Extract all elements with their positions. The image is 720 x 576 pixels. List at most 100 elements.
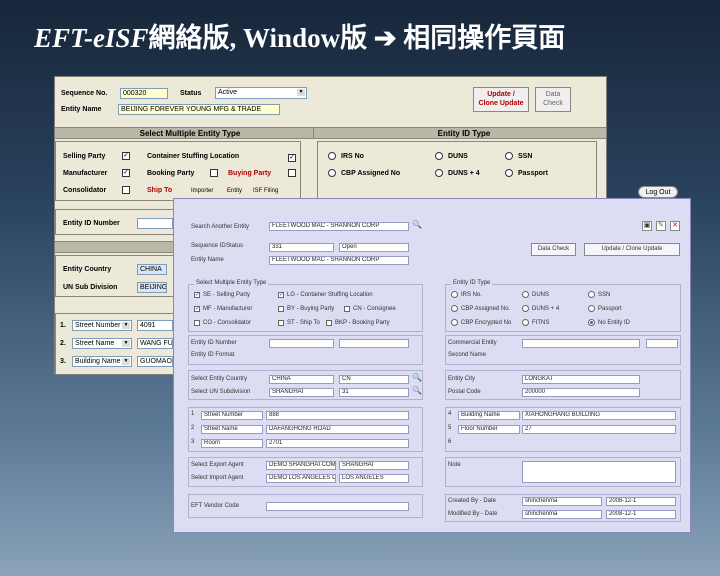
addr-row5-type[interactable]: Floor Number xyxy=(458,425,520,434)
addr-row2-value[interactable]: DAFANGHONG ROAD xyxy=(266,425,409,434)
un-code-input[interactable]: 31 xyxy=(339,388,409,397)
bkp-checkbox[interactable] xyxy=(326,320,332,326)
addr-row5-value[interactable]: 27 xyxy=(522,425,676,434)
search-icon[interactable]: 🔍 xyxy=(412,220,422,230)
addr-row3-value[interactable]: 2701 xyxy=(266,439,409,448)
status-value: Active xyxy=(218,89,238,96)
commercial-entity-input2[interactable] xyxy=(646,339,678,348)
addr-row3-type[interactable]: Room xyxy=(201,439,263,448)
postal-code-input[interactable]: 200000 xyxy=(522,388,640,397)
cbp-encrypted-radio[interactable] xyxy=(451,319,458,326)
entity-name-field[interactable]: BEIJING FOREVER YOUNG MFG & TRADE xyxy=(118,104,280,115)
entity-id-number-input[interactable] xyxy=(269,339,334,348)
update-btn-line1: Update / xyxy=(487,91,515,98)
addr-row1-type[interactable]: Street Number xyxy=(201,411,263,420)
addr-row3-value[interactable]: GUOMAO xyxy=(137,356,173,367)
booking-party-label: Booking Party xyxy=(147,170,195,177)
booking-party-checkbox[interactable] xyxy=(210,169,218,177)
irs-radio[interactable] xyxy=(328,152,336,160)
note-label: Note xyxy=(448,462,461,468)
new-icon[interactable]: ✎ xyxy=(656,221,666,231)
export-agent-input[interactable]: DEMO SHANGHAI COMPANY xyxy=(266,461,336,470)
passport-radio[interactable] xyxy=(588,305,595,312)
container-stuffing-checkbox[interactable]: ✓ xyxy=(288,154,296,162)
passport-radio[interactable] xyxy=(505,169,513,177)
addr-row4-type[interactable]: Building Name xyxy=(458,411,520,420)
duns-radio[interactable] xyxy=(435,152,443,160)
un-input[interactable]: SHANGHAI xyxy=(269,388,334,397)
un-sub-field[interactable]: BEIJING xyxy=(137,282,167,293)
no-entity-label: No Entity ID xyxy=(598,320,631,326)
co-checkbox[interactable] xyxy=(194,320,200,326)
no-entity-radio[interactable] xyxy=(588,319,595,326)
ssn-radio[interactable] xyxy=(588,291,595,298)
addr-row5-num: 5 xyxy=(448,425,452,431)
status-select[interactable]: Active ▼ xyxy=(215,87,307,99)
fitns-radio[interactable] xyxy=(522,319,529,326)
export-agent-code[interactable]: SHANGHAI xyxy=(339,461,409,470)
save-icon[interactable]: ▣ xyxy=(642,221,652,231)
data-check-button[interactable]: Data Check xyxy=(531,243,576,256)
entity-city-label: Entity City xyxy=(448,376,476,382)
duns4-label: DUNS + 4 xyxy=(448,170,480,177)
st-checkbox[interactable] xyxy=(278,320,284,326)
irs-label: IRS No. xyxy=(461,292,483,298)
cbp-radio[interactable] xyxy=(328,169,336,177)
update-clone-button[interactable]: Update / Clone Update xyxy=(584,243,680,256)
note-textarea[interactable] xyxy=(522,461,676,483)
vendor-code-input[interactable] xyxy=(266,502,409,511)
duns-radio[interactable] xyxy=(522,291,529,298)
seq-id-field[interactable]: 331 xyxy=(269,243,334,252)
selling-party-checkbox[interactable]: ✓ xyxy=(122,152,130,160)
entity-id-number-field[interactable] xyxy=(137,218,173,229)
status-label: Status xyxy=(180,90,202,97)
entity-name-label: Entity Name xyxy=(191,257,224,263)
ls-checkbox[interactable]: ✓ xyxy=(278,292,284,298)
select-country-label: Select Entity Country xyxy=(191,376,248,382)
cn-checkbox[interactable] xyxy=(344,306,350,312)
mf-checkbox[interactable]: ✓ xyxy=(194,306,200,312)
duns-label: DUNS xyxy=(448,153,468,160)
city-input[interactable]: LONGKAT xyxy=(522,375,640,384)
addr-row2-value[interactable]: WANG FU xyxy=(137,338,173,349)
addr-row2-type-select[interactable]: Street Name ▼ xyxy=(72,338,132,349)
addr-row1-value[interactable]: 888 xyxy=(266,411,409,420)
consolidator-checkbox[interactable] xyxy=(122,186,130,194)
addr-row3-type-select[interactable]: Building Name ▼ xyxy=(72,356,132,367)
select-un-label: Select UN Subdivision xyxy=(191,389,251,395)
se-checkbox[interactable]: ✓ xyxy=(194,292,200,298)
data-check-button[interactable]: Data Check xyxy=(535,87,571,112)
country-code-input[interactable]: CN xyxy=(339,375,409,384)
country-search-icon[interactable]: 🔍 xyxy=(412,373,422,383)
modified-date: 2008-12-1 xyxy=(606,510,676,519)
ship-to-label: Ship To xyxy=(147,187,173,194)
import-agent-code[interactable]: LOS ANGELES xyxy=(339,474,409,483)
seq-field[interactable]: 000320 xyxy=(120,88,168,99)
addr-row2-type[interactable]: Street Name xyxy=(201,425,263,434)
by-checkbox[interactable] xyxy=(278,306,284,312)
entity-country-field[interactable]: CHINA xyxy=(137,264,167,275)
commercial-entity-input[interactable] xyxy=(522,339,640,348)
addr-row1-value[interactable]: 4091 xyxy=(137,320,173,331)
cbp-radio[interactable] xyxy=(451,305,458,312)
entity-id-number-label: Entity ID Number xyxy=(63,220,120,227)
buying-party-checkbox[interactable] xyxy=(288,169,296,177)
update-clone-button[interactable]: Update / Clone Update xyxy=(473,87,529,112)
logout-button[interactable]: Log Out xyxy=(638,186,678,198)
ssn-radio[interactable] xyxy=(505,152,513,160)
duns4-radio[interactable] xyxy=(435,169,443,177)
entity-name-field[interactable]: FLEETWOOD MAC - SHANNON CORP xyxy=(269,256,409,265)
chevron-down-icon: ▼ xyxy=(122,340,130,347)
addr-row1-type-select[interactable]: Street Number ▼ xyxy=(72,320,132,331)
close-icon[interactable]: ✕ xyxy=(670,221,680,231)
import-agent-input[interactable]: DEMO LOS ANGELES COMPANY xyxy=(266,474,336,483)
manufacturer-checkbox[interactable]: ✓ xyxy=(122,169,130,177)
entity-id-number-input2[interactable] xyxy=(339,339,409,348)
duns4-radio[interactable] xyxy=(522,305,529,312)
country-input[interactable]: CHINA xyxy=(269,375,334,384)
search-entity-input[interactable]: FLEETWOOD MAC - SHANNON CORP xyxy=(269,222,409,231)
addr-row4-value[interactable]: XIAHONGHANG BUILDING xyxy=(522,411,676,420)
un-search-icon[interactable]: 🔍 xyxy=(412,386,422,396)
status-field[interactable]: Open xyxy=(339,243,409,252)
irs-radio[interactable] xyxy=(451,291,458,298)
